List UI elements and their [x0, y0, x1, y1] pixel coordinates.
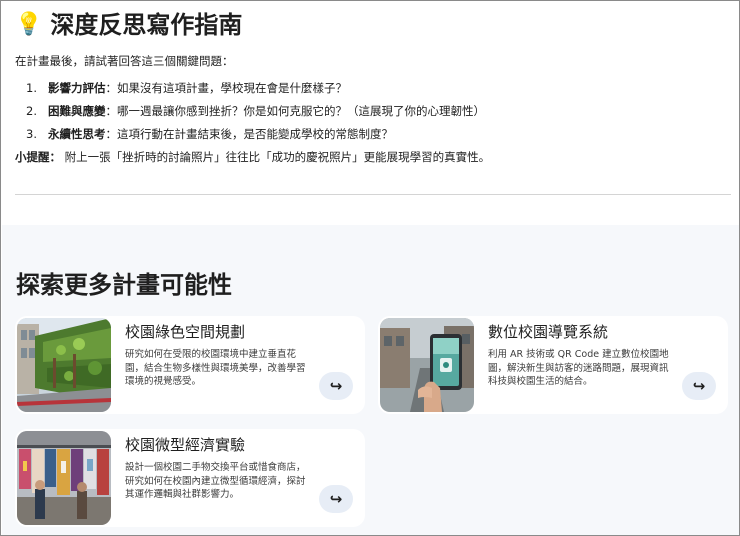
project-card-digital-tour[interactable]: 數位校園導覽系統 利用 AR 技術或 QR Code 建立數位校園地圖，解決新生… — [378, 316, 728, 414]
card-description: 利用 AR 技術或 QR Code 建立數位校園地圖，解決新生與訪客的迷路問題，… — [488, 349, 669, 387]
reflection-guide: 💡 深度反思寫作指南 在計畫最後，請試著回答這三個關鍵問題： 1. 影響力評估：… — [1, 1, 739, 225]
card-title: 校園綠色空間規劃 — [125, 323, 246, 341]
card-title: 校園微型經濟實驗 — [125, 436, 246, 454]
guide-title-text: 深度反思寫作指南 — [50, 11, 243, 39]
ar-phone-image — [380, 318, 474, 412]
question-item: 2. 困難與應變：哪一週最讓你感到挫折？你是如何克服它的？（這展現了你的心理韌性… — [15, 103, 725, 119]
lightbulb-icon: 💡 — [15, 12, 43, 37]
card-title: 數位校園導覽系統 — [488, 323, 609, 341]
tip-label: 小提醒： — [15, 150, 61, 164]
question-body: ：如果沒有這項計畫，學校現在會是什麼樣子？ — [105, 81, 348, 95]
question-item: 3. 永續性思考：這項行動在計畫結束後，是否能變成學校的常態制度？ — [15, 126, 725, 142]
guide-title: 💡 深度反思寫作指南 — [15, 9, 725, 41]
question-item: 1. 影響力評估：如果沒有這項計畫，學校現在會是什麼樣子？ — [15, 80, 725, 96]
arrow-return-icon: ↪ — [329, 490, 343, 508]
tip-text: 小提醒： 附上一張「挫折時的討論照片」往往比「成功的慶祝照片」更能展現學習的真實… — [15, 149, 725, 165]
explore-section: 探索更多計畫可能性 校園綠色空間規劃 研究如何在受限的校園環境中建立垂直花園，結… — [2, 225, 739, 535]
secondhand-market-image — [17, 431, 111, 525]
question-body: ：這項行動在計畫結束後，是否能變成學校的常態制度？ — [105, 127, 394, 141]
guide-intro: 在計畫最後，請試著回答這三個關鍵問題： — [15, 54, 234, 68]
tip-body: 附上一張「挫折時的討論照片」往往比「成功的慶祝照片」更能展現學習的真實性。 — [61, 150, 491, 164]
question-body: ：哪一週最讓你感到挫折？你是如何克服它的？（這展現了你的心理韌性） — [105, 104, 486, 118]
question-label: 永續性思考 — [48, 127, 106, 141]
open-project-button[interactable]: ↪ — [319, 485, 353, 513]
question-number: 1. — [26, 81, 37, 95]
question-text: 永續性思考：這項行動在計畫結束後，是否能變成學校的常態制度？ — [48, 126, 393, 142]
question-text: 影響力評估：如果沒有這項計畫，學校現在會是什麼樣子？ — [48, 80, 347, 96]
question-label: 困難與應變 — [48, 104, 106, 118]
arrow-return-icon: ↪ — [329, 377, 343, 395]
question-text: 困難與應變：哪一週最讓你感到挫折？你是如何克服它的？（這展現了你的心理韌性） — [48, 103, 485, 119]
question-list: 1. 影響力評估：如果沒有這項計畫，學校現在會是什麼樣子？ 2. 困難與應變：哪… — [15, 80, 725, 142]
open-project-button[interactable]: ↪ — [319, 372, 353, 400]
card-description: 研究如何在受限的校園環境中建立垂直花園，結合生物多樣性與環境美學，改善學習環境的… — [125, 349, 306, 387]
project-card-green-space[interactable]: 校園綠色空間規劃 研究如何在受限的校園環境中建立垂直花園，結合生物多樣性與環境美… — [15, 316, 365, 414]
open-project-button[interactable]: ↪ — [682, 372, 716, 400]
question-label: 影響力評估 — [48, 81, 106, 95]
question-number: 3. — [26, 127, 37, 141]
vertical-garden-image — [17, 318, 111, 412]
question-number: 2. — [26, 104, 37, 118]
project-card-micro-economy[interactable]: 校園微型經濟實驗 設計一個校園二手物交換平台或惜食商店，研究如何在校園內建立微型… — [15, 429, 365, 527]
section-divider — [15, 194, 731, 195]
card-description: 設計一個校園二手物交換平台或惜食商店，研究如何在校園內建立微型循環經濟，探討其運… — [125, 462, 306, 500]
page-frame: 💡 深度反思寫作指南 在計畫最後，請試著回答這三個關鍵問題： 1. 影響力評估：… — [0, 0, 740, 536]
explore-title: 探索更多計畫可能性 — [16, 271, 232, 299]
arrow-return-icon: ↪ — [692, 377, 706, 395]
